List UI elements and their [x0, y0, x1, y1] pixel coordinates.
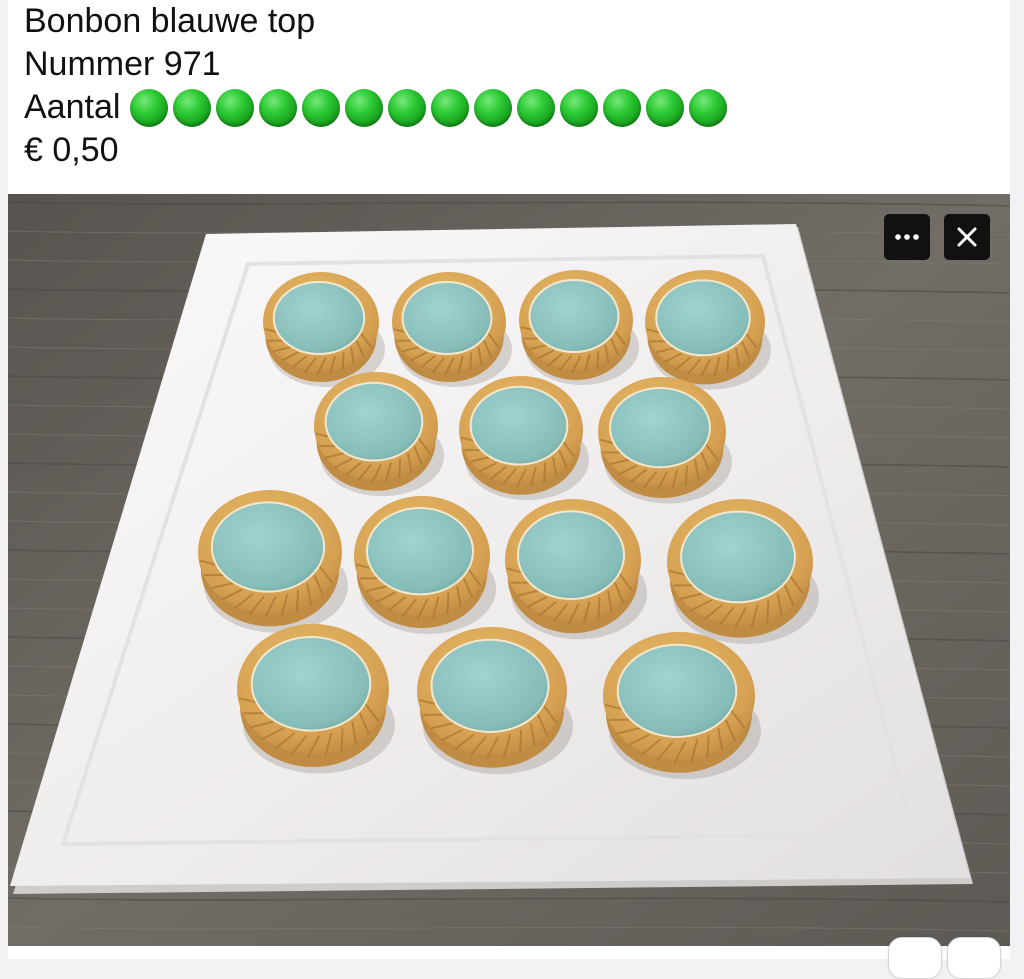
- quantity-dot: [302, 89, 340, 127]
- reply-button[interactable]: [947, 937, 1001, 979]
- footer-strip: [8, 946, 1010, 959]
- close-button[interactable]: [944, 214, 990, 260]
- ellipsis-icon: [894, 233, 920, 241]
- quantity-dot: [130, 89, 168, 127]
- product-number: Nummer 971: [24, 43, 221, 86]
- close-icon: [956, 226, 978, 248]
- quantity-dot: [388, 89, 426, 127]
- quantity-dot: [560, 89, 598, 127]
- quantity-dot: [474, 89, 512, 127]
- product-photo[interactable]: [8, 194, 1010, 946]
- quantity-dot: [345, 89, 383, 127]
- quantity-row: Aantal: [24, 86, 727, 129]
- photo-canvas: [8, 194, 1010, 946]
- quantity-dot: [259, 89, 297, 127]
- reaction-button[interactable]: [888, 937, 942, 979]
- quantity-dot: [216, 89, 254, 127]
- product-title: Bonbon blauwe top: [24, 0, 315, 43]
- quantity-dot: [517, 89, 555, 127]
- quantity-label: Aantal: [24, 86, 120, 129]
- quantity-dot: [431, 89, 469, 127]
- quantity-dot: [646, 89, 684, 127]
- quantity-dot: [603, 89, 641, 127]
- quantity-dots: [130, 89, 727, 127]
- more-options-button[interactable]: [884, 214, 930, 260]
- quantity-dot: [689, 89, 727, 127]
- product-price: € 0,50: [24, 129, 119, 172]
- quantity-dot: [173, 89, 211, 127]
